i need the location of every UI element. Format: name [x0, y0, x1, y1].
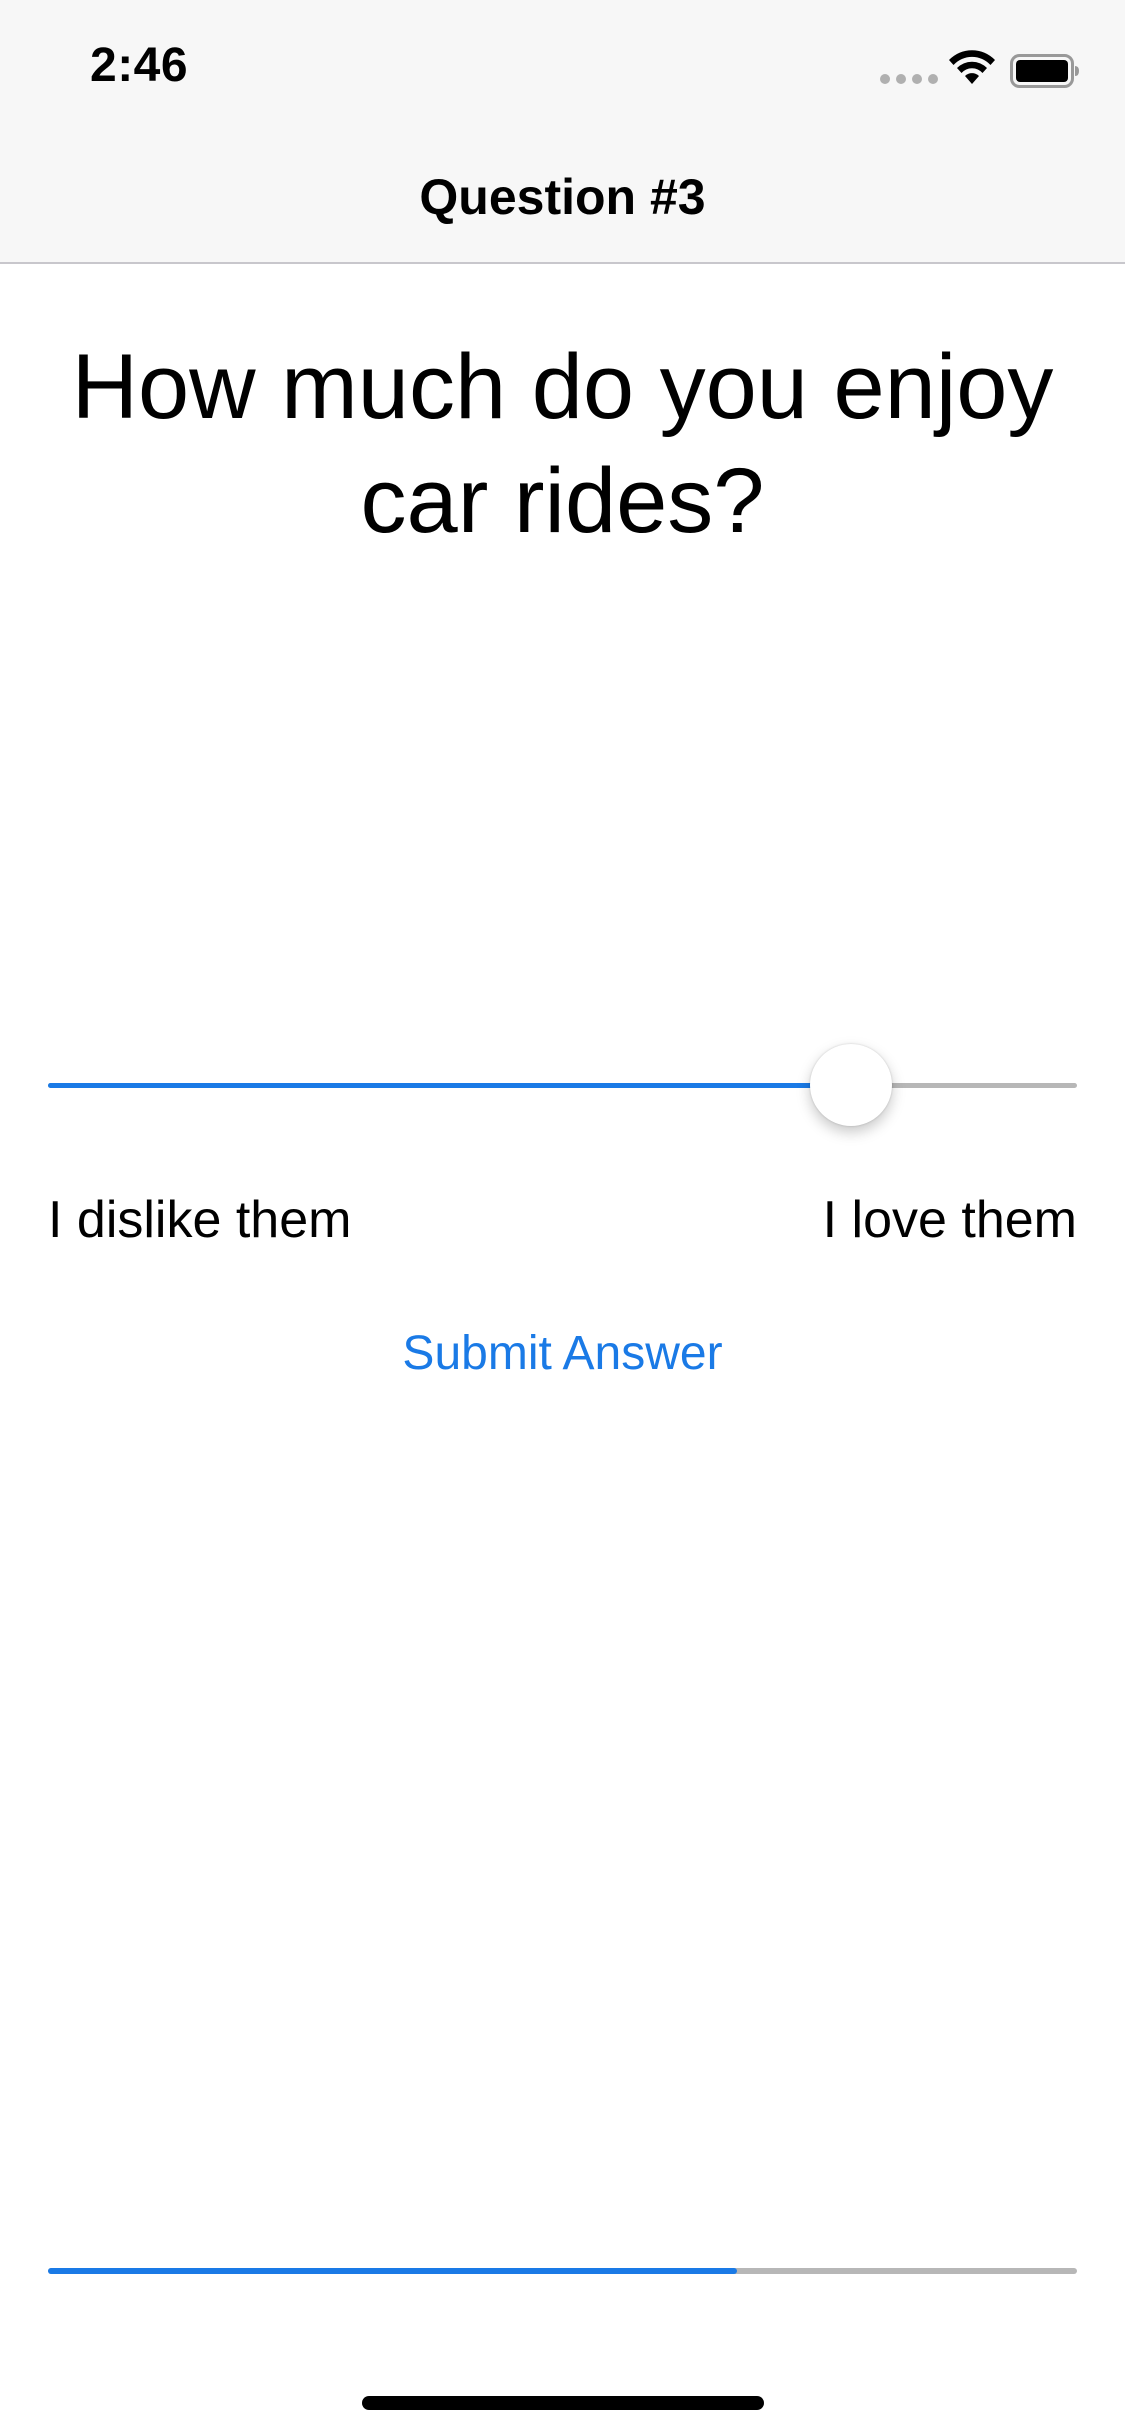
rating-slider[interactable] — [48, 1040, 1077, 1130]
progress-fill — [48, 2268, 738, 2274]
slider-fill — [48, 1083, 851, 1088]
slider-min-label: I dislike them — [48, 1191, 352, 1249]
survey-screen: 2:46 Question #3 How much do you enjoy c… — [0, 0, 1125, 2436]
slider-thumb[interactable] — [809, 1044, 892, 1126]
slider-max-label: I love them — [822, 1191, 1077, 1249]
wifi-icon — [949, 50, 995, 84]
submit-answer-button[interactable]: Submit Answer — [0, 1326, 1125, 1381]
question-text: How much do you enjoy car rides? — [71, 336, 1054, 552]
progress-bar — [48, 2268, 1077, 2274]
status-time: 2:46 — [90, 39, 189, 92]
cellular-signal-icon — [880, 74, 938, 84]
battery-icon — [1010, 54, 1079, 88]
navigation-header: 2:46 Question #3 — [0, 0, 1125, 264]
page-title: Question #3 — [419, 169, 706, 225]
home-indicator[interactable] — [362, 2396, 764, 2410]
